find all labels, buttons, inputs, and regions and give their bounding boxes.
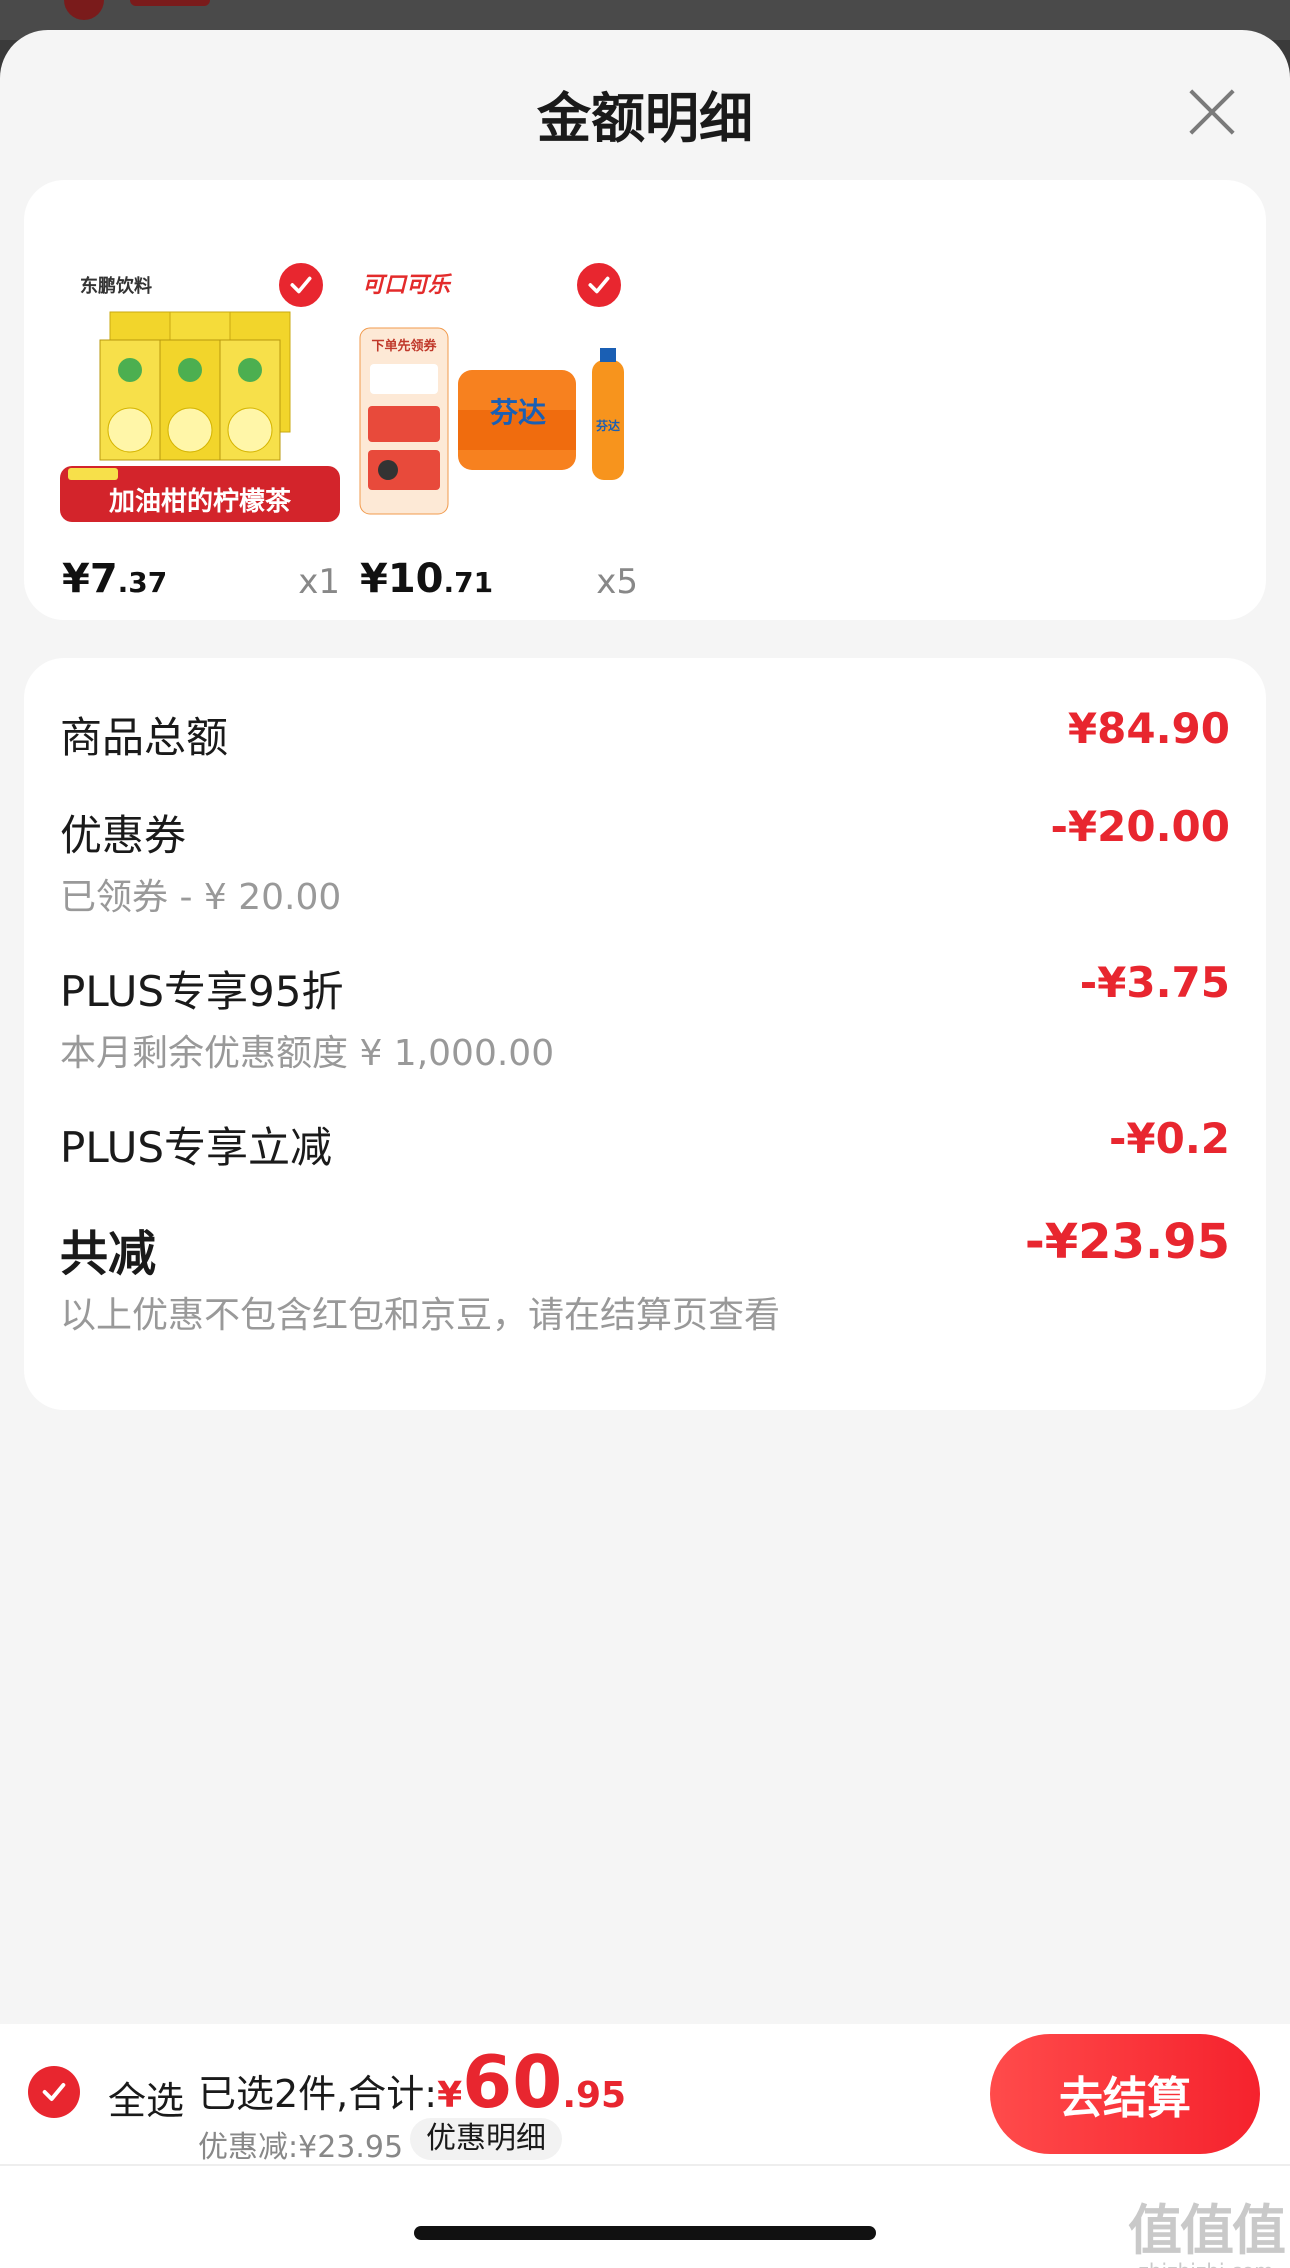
- products-card: 东鹏饮料 加油柑的柠檬茶 ¥7.37 x1 可口可乐 下单先领券 芬达 芬达 ¥…: [24, 180, 1266, 620]
- select-all-label[interactable]: 全选: [108, 2070, 184, 2125]
- discount-detail-link[interactable]: 优惠明细: [410, 2118, 562, 2160]
- order-total: 已选2件,合计:¥60.95: [198, 2040, 626, 2124]
- discount-summary: 优惠减:¥23.95: [198, 2130, 404, 2165]
- check-icon: [42, 2083, 66, 2101]
- amount-detail-sheet: 金额明细 东鹏饮料 加油柑的柠檬茶 ¥7.37 x1 可口可乐 下单先领券 芬达…: [0, 30, 1290, 2268]
- home-indicator: [414, 2226, 876, 2240]
- sheet-title: 金额明细: [537, 87, 753, 150]
- total-decimal: .95: [562, 2075, 627, 2116]
- product-checkbox[interactable]: [574, 260, 624, 310]
- total-cut-label: 共减: [60, 1226, 157, 1282]
- product-price: ¥10.71: [360, 556, 494, 602]
- selected-count-text: 已选2件,合计:: [198, 2072, 438, 2116]
- checkout-button[interactable]: 去结算: [990, 2034, 1260, 2154]
- brand-logo-coca-cola: 可口可乐: [362, 272, 452, 297]
- close-icon[interactable]: [1180, 80, 1244, 144]
- plus-discount-label: PLUS专享95折: [60, 967, 344, 1016]
- product-checkbox[interactable]: [276, 260, 326, 310]
- coupon-amount: -¥20.00: [1050, 802, 1230, 851]
- watermark-logo: 值值值 zhizhizhi.com: [1128, 2199, 1286, 2268]
- svg-text:加油柑的柠檬茶: 加油柑的柠檬茶: [109, 486, 292, 516]
- brand-logo-dongpeng: 东鹏饮料: [80, 275, 152, 296]
- svg-text:芬达: 芬达: [595, 418, 620, 433]
- price-summary-card: 商品总额 ¥84.90 优惠券 -¥20.00 已领券 - ¥ 20.00 PL…: [24, 658, 1266, 1410]
- plus-cut-amount: -¥0.2: [1108, 1114, 1230, 1163]
- total-integer: 60: [462, 2040, 563, 2124]
- select-all-checkbox[interactable]: [28, 2066, 80, 2118]
- product-quantity: x1: [298, 562, 340, 602]
- plus-discount-sub: 本月剩余优惠额度 ¥ 1,000.00: [60, 1033, 555, 1074]
- coupon-label: 优惠券: [60, 811, 187, 860]
- coupon-sub: 已领券 - ¥ 20.00: [60, 877, 342, 918]
- total-cut-note: 以上优惠不包含红包和京豆，请在结算页查看: [60, 1295, 781, 1336]
- plus-cut-label: PLUS专享立减: [60, 1123, 333, 1172]
- divider: [0, 2164, 1290, 2166]
- backdrop-icon: [64, 0, 104, 20]
- plus-discount-amount: -¥3.75: [1079, 958, 1230, 1007]
- goods-total-amount: ¥84.90: [1067, 704, 1230, 753]
- goods-total-label: 商品总额: [60, 713, 229, 762]
- svg-text:芬达: 芬达: [490, 397, 546, 428]
- total-cut-amount: -¥23.95: [1024, 1214, 1230, 1270]
- svg-text:下单先领券: 下单先领券: [371, 338, 437, 353]
- total-currency: ¥: [437, 2075, 463, 2116]
- product-quantity: x5: [596, 562, 638, 602]
- backdrop-tag: [130, 0, 210, 6]
- product-price: ¥7.37: [62, 556, 168, 602]
